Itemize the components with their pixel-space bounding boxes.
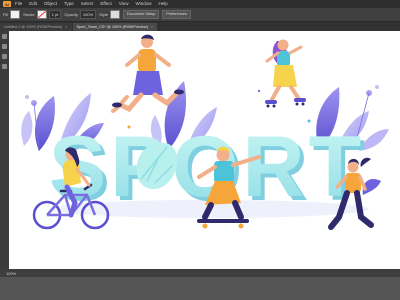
stroke-control[interactable]: Stroke 1 pt xyxy=(23,10,62,19)
status-bar: 100% xyxy=(0,269,400,277)
menu-type[interactable]: Type xyxy=(64,0,74,8)
menu-view[interactable]: View xyxy=(119,0,129,8)
sport-illustration: SPORT SPORT xyxy=(21,34,389,230)
menu-edit[interactable]: Edit xyxy=(29,0,37,8)
app-logo-icon: Ai xyxy=(3,1,11,7)
zoom-level[interactable]: 100% xyxy=(6,271,16,276)
illustrator-window: Ai File Edit Object Type Select Effect V… xyxy=(0,0,400,300)
opacity-control[interactable]: Opacity 100% xyxy=(64,10,97,19)
tools-panel xyxy=(0,31,9,269)
fill-label: Fill xyxy=(3,12,9,17)
style-control[interactable]: Style xyxy=(99,10,121,19)
document-tab-bar: Untitled-1 @ 100% (RGB/Preview) × Sport_T… xyxy=(0,22,400,31)
opacity-field[interactable]: 100% xyxy=(79,10,97,19)
menu-window[interactable]: Window xyxy=(135,0,151,8)
stroke-label: Stroke xyxy=(23,12,35,17)
style-swatch[interactable] xyxy=(110,10,121,19)
menu-object[interactable]: Object xyxy=(44,0,57,8)
menu-bar: Ai File Edit Object Type Select Effect V… xyxy=(0,0,400,8)
type-tool-icon[interactable] xyxy=(2,64,7,69)
document-setup-button[interactable]: Document Setup xyxy=(123,10,160,19)
stroke-swatch[interactable] xyxy=(36,10,47,19)
menu-help[interactable]: Help xyxy=(158,0,167,8)
close-icon[interactable]: × xyxy=(151,25,153,29)
tab-label: Untitled-1 @ 100% (RGB/Preview) xyxy=(4,25,63,29)
direct-selection-tool-icon[interactable] xyxy=(2,44,7,49)
preferences-button[interactable]: Preferences xyxy=(162,10,191,19)
menu-items: File Edit Object Type Select Effect View… xyxy=(15,0,175,8)
selection-tool-icon[interactable] xyxy=(2,34,7,39)
artboard-canvas[interactable]: SPORT SPORT xyxy=(9,31,400,269)
fill-swatch[interactable] xyxy=(10,10,21,19)
stroke-weight-field[interactable]: 1 pt xyxy=(48,10,62,19)
menu-effect[interactable]: Effect xyxy=(100,0,111,8)
opacity-label: Opacity xyxy=(64,12,78,17)
runner-man xyxy=(111,34,184,113)
control-bar: Fill Stroke 1 pt Opacity 100% Style Docu… xyxy=(0,8,400,22)
roller-skater-woman xyxy=(265,39,306,108)
tab-label: Sport_Team_CS* @ 100% (RGB/Preview) xyxy=(76,25,148,29)
pen-tool-icon[interactable] xyxy=(2,54,7,59)
menu-file[interactable]: File xyxy=(15,0,22,8)
close-icon[interactable]: × xyxy=(65,25,67,29)
tab-untitled[interactable]: Untitled-1 @ 100% (RGB/Preview) × xyxy=(0,23,72,31)
tab-sport[interactable]: Sport_Team_CS* @ 100% (RGB/Preview) × xyxy=(72,23,158,31)
style-label: Style xyxy=(99,12,109,17)
menu-select[interactable]: Select xyxy=(81,0,94,8)
fill-control[interactable]: Fill xyxy=(3,10,21,19)
